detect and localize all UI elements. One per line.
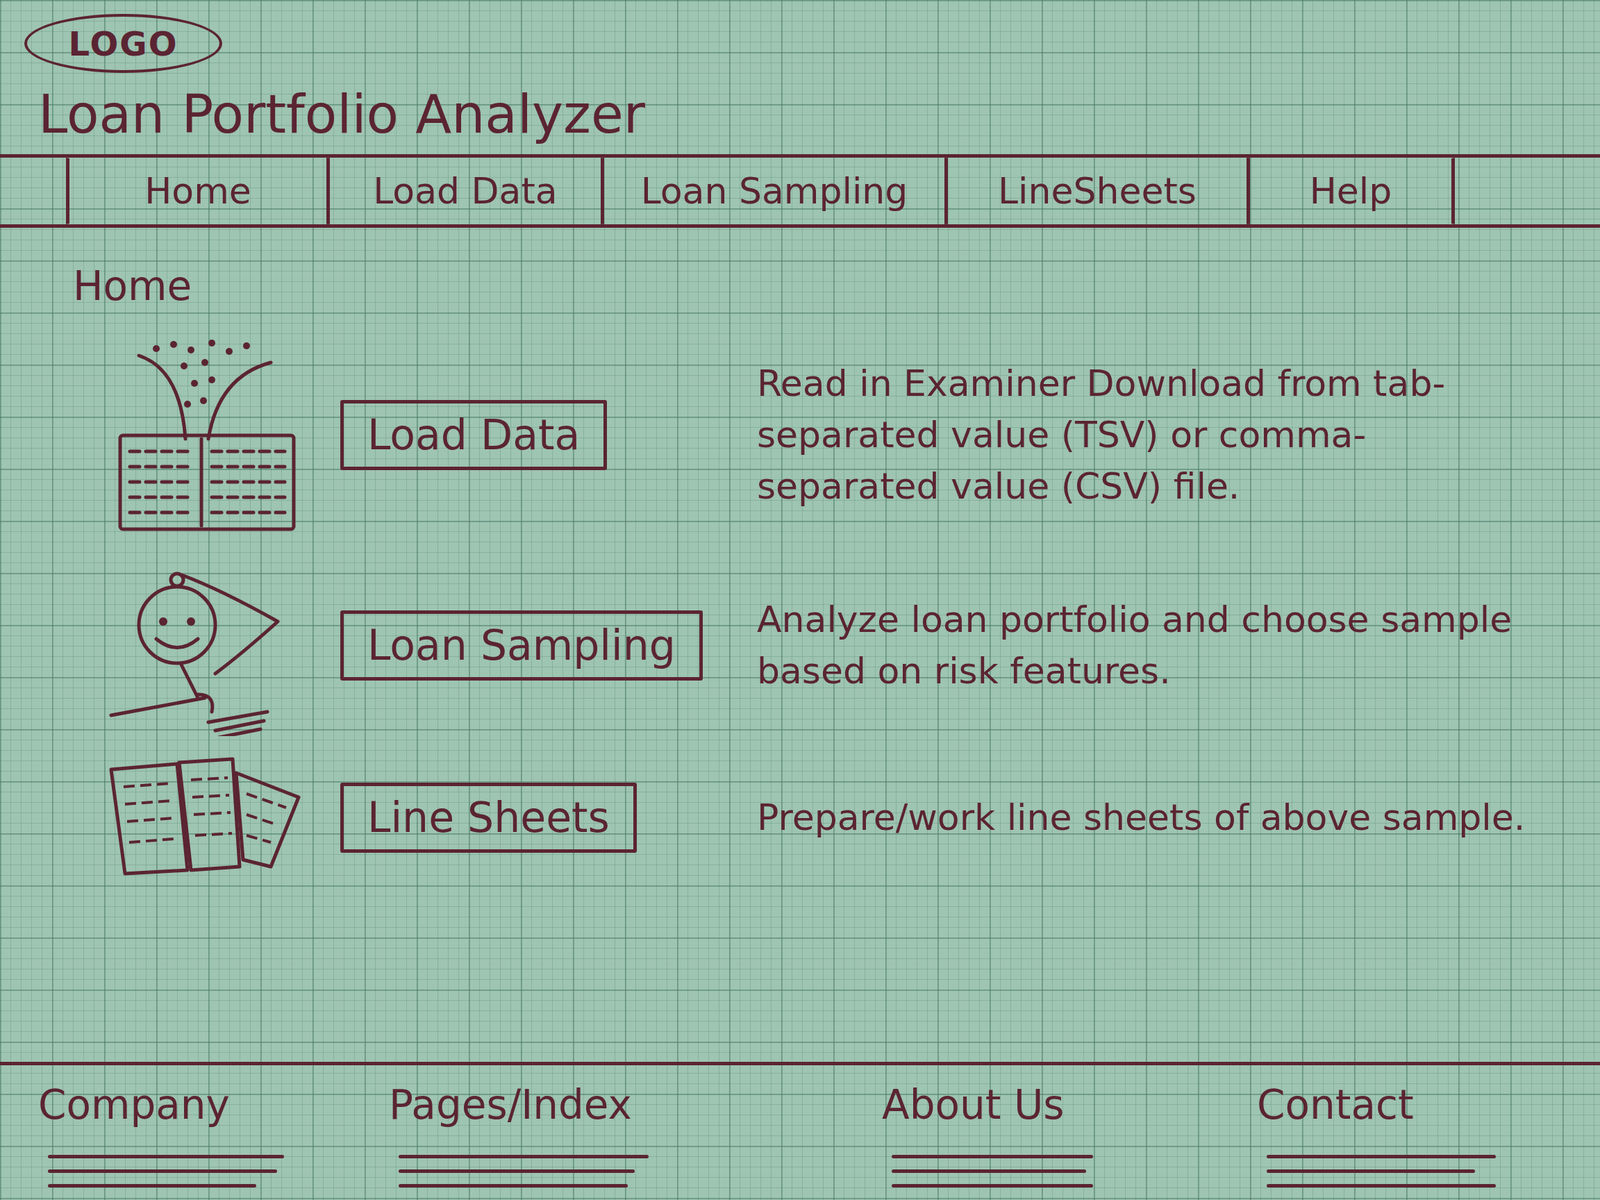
feature-row: Load Data Read in Examiner Download from … (0, 325, 1600, 546)
line-sheets-icon (104, 755, 306, 881)
footer-placeholder-line (1266, 1184, 1496, 1188)
footer-heading[interactable]: Contact (1256, 1075, 1580, 1136)
nav-tab[interactable]: Help (1246, 157, 1455, 225)
footer-placeholder-line (398, 1184, 628, 1188)
footer-placeholder-line (891, 1154, 1094, 1159)
footer-column: Contact (1256, 1075, 1580, 1188)
feature-button-cell: Load Data (340, 400, 757, 471)
footer-placeholder-line (47, 1154, 285, 1159)
data-load-icon (107, 334, 303, 537)
feature-description: Prepare/work line sheets of above sample… (756, 792, 1535, 844)
feature-icon-cell (69, 755, 341, 881)
footer-placeholder-line (891, 1169, 1087, 1173)
app-title: Loan Portfolio Analyzer (38, 82, 1600, 146)
page-heading: Home (72, 262, 1600, 312)
footer-heading[interactable]: Pages/Index (388, 1075, 882, 1136)
feature-row: Loan Sampling Analyze loan portfolio and … (0, 545, 1600, 746)
footer-heading[interactable]: About Us (881, 1075, 1257, 1136)
footer-placeholder-line (398, 1169, 635, 1173)
nav-tab[interactable]: LineSheets (944, 157, 1250, 225)
nav-tab[interactable]: Load Data (326, 157, 605, 225)
footer-column: Company (38, 1075, 389, 1188)
feature-description: Analyze loan portfolio and choose sample… (756, 594, 1535, 698)
footer-placeholder-line (47, 1184, 257, 1188)
feature-button[interactable]: Loan Sampling (340, 610, 703, 681)
logo[interactable]: LOGO (24, 13, 223, 73)
feature-button-cell: Line Sheets (340, 782, 757, 853)
feature-button[interactable]: Load Data (340, 400, 607, 471)
feature-icon-cell (69, 555, 341, 737)
feature-icon-cell (69, 334, 341, 537)
feature-button-cell: Loan Sampling (340, 610, 757, 681)
footer-heading[interactable]: Company (38, 1075, 389, 1136)
feature-description: Read in Examiner Download from tab-separ… (756, 358, 1535, 512)
person-pointing-icon (104, 555, 306, 737)
feature-list: Load Data Read in Examiner Download from … (0, 325, 1600, 891)
nav-bar: HomeLoad DataLoan SamplingLineSheetsHelp (0, 154, 1600, 228)
footer-column: Pages/Index (388, 1075, 882, 1188)
nav-tab[interactable]: Home (65, 157, 330, 225)
footer-placeholder-line (891, 1184, 1094, 1188)
footer-placeholder-line (47, 1169, 278, 1173)
footer-column: About Us (881, 1075, 1257, 1188)
footer-placeholder-line (398, 1154, 649, 1159)
footer: CompanyPages/IndexAbout UsContact (0, 1061, 1600, 1200)
footer-placeholder-line (1266, 1169, 1475, 1173)
feature-button[interactable]: Line Sheets (340, 782, 637, 853)
main-content: Home Load Data Read in Examiner Download … (0, 227, 1600, 891)
nav-tab[interactable]: Loan Sampling (600, 157, 948, 225)
feature-row: Line Sheets Prepare/work line sheets of a… (0, 745, 1600, 891)
footer-placeholder-line (1266, 1154, 1496, 1159)
